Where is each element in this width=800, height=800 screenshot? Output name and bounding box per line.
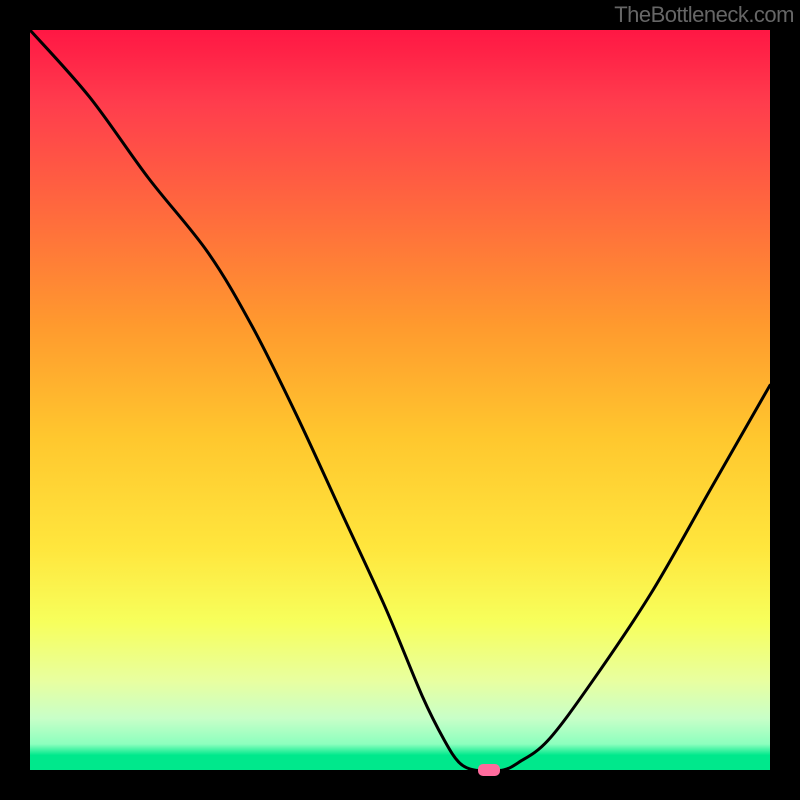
plot-area xyxy=(30,30,770,770)
watermark-text: TheBottleneck.com xyxy=(614,2,794,28)
curve-svg xyxy=(30,30,770,770)
chart-container: TheBottleneck.com xyxy=(0,0,800,800)
bottleneck-curve xyxy=(30,30,770,770)
optimal-marker xyxy=(478,764,500,776)
